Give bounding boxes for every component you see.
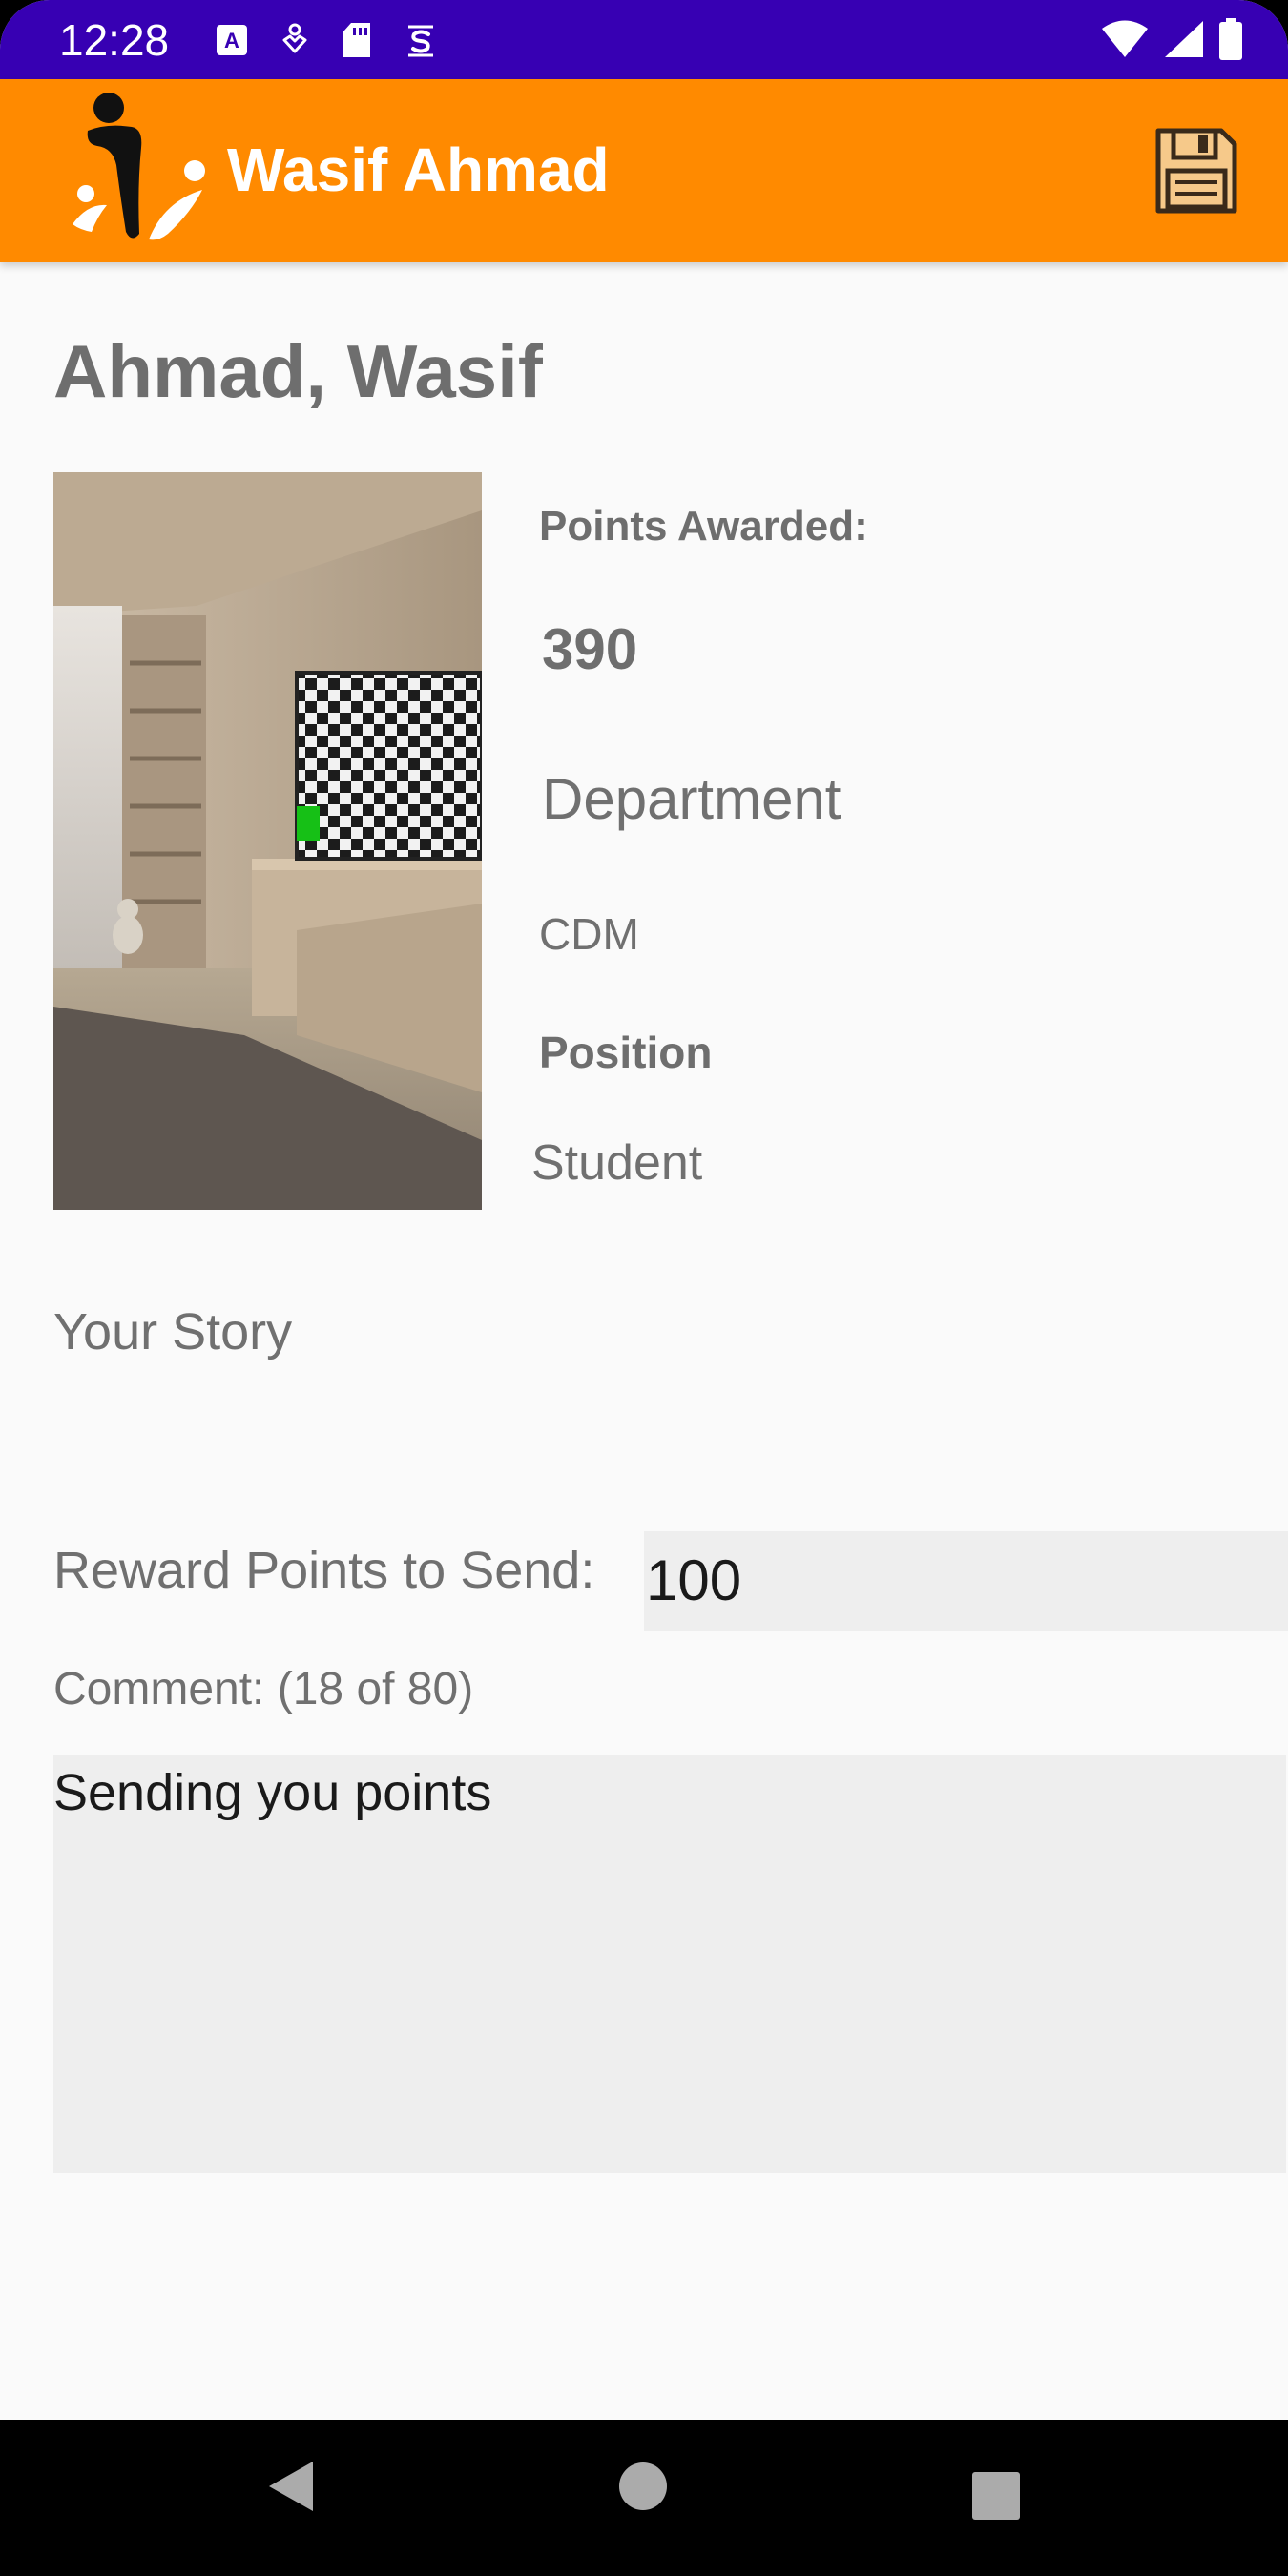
screen: 12:28 A Wasif Ahmad Ahmad, Wasif Points … <box>0 0 1288 2420</box>
profile-photo[interactable] <box>53 472 482 1210</box>
battery-icon <box>1219 18 1242 60</box>
department-label: Department <box>542 767 841 831</box>
status-time: 12:28 <box>59 15 170 65</box>
sd-card-icon <box>343 23 370 57</box>
floppy-disk-save-icon <box>1155 128 1237 214</box>
nav-bar <box>0 2420 1288 2576</box>
points-awarded-label: Points Awarded: <box>539 503 868 550</box>
wifi-icon <box>1102 20 1148 57</box>
comment-label: Comment: (18 of 80) <box>53 1664 474 1714</box>
status-icons-right <box>1101 17 1242 61</box>
home-circle-icon[interactable] <box>618 2462 668 2511</box>
heart-location-icon <box>282 23 307 53</box>
story-label: Your Story <box>53 1303 293 1361</box>
comment-textarea[interactable]: Sending you points <box>53 1755 1286 2173</box>
app-logo-icon <box>73 93 205 240</box>
profile-name: Ahmad, Wasif <box>53 329 543 413</box>
svg-text:A: A <box>224 29 239 52</box>
status-icons-left: A <box>216 19 437 61</box>
back-triangle-icon[interactable] <box>265 2458 317 2515</box>
position-label: Position <box>539 1028 713 1077</box>
position-value: Student <box>531 1135 703 1191</box>
recents-square-icon[interactable] <box>971 2471 1021 2521</box>
department-value: CDM <box>539 909 639 959</box>
app-title: Wasif Ahmad <box>227 135 610 204</box>
cell-signal-icon <box>1165 21 1203 57</box>
app-bar: Wasif Ahmad <box>0 79 1288 262</box>
save-button[interactable] <box>1154 127 1238 215</box>
reward-points-label: Reward Points to Send: <box>53 1542 595 1599</box>
signal-s-icon <box>408 25 433 57</box>
points-awarded-value: 390 <box>542 617 638 681</box>
accessibility-a-icon: A <box>217 25 247 55</box>
status-bar: 12:28 A <box>0 0 1288 79</box>
reward-points-input[interactable] <box>644 1531 1288 1631</box>
